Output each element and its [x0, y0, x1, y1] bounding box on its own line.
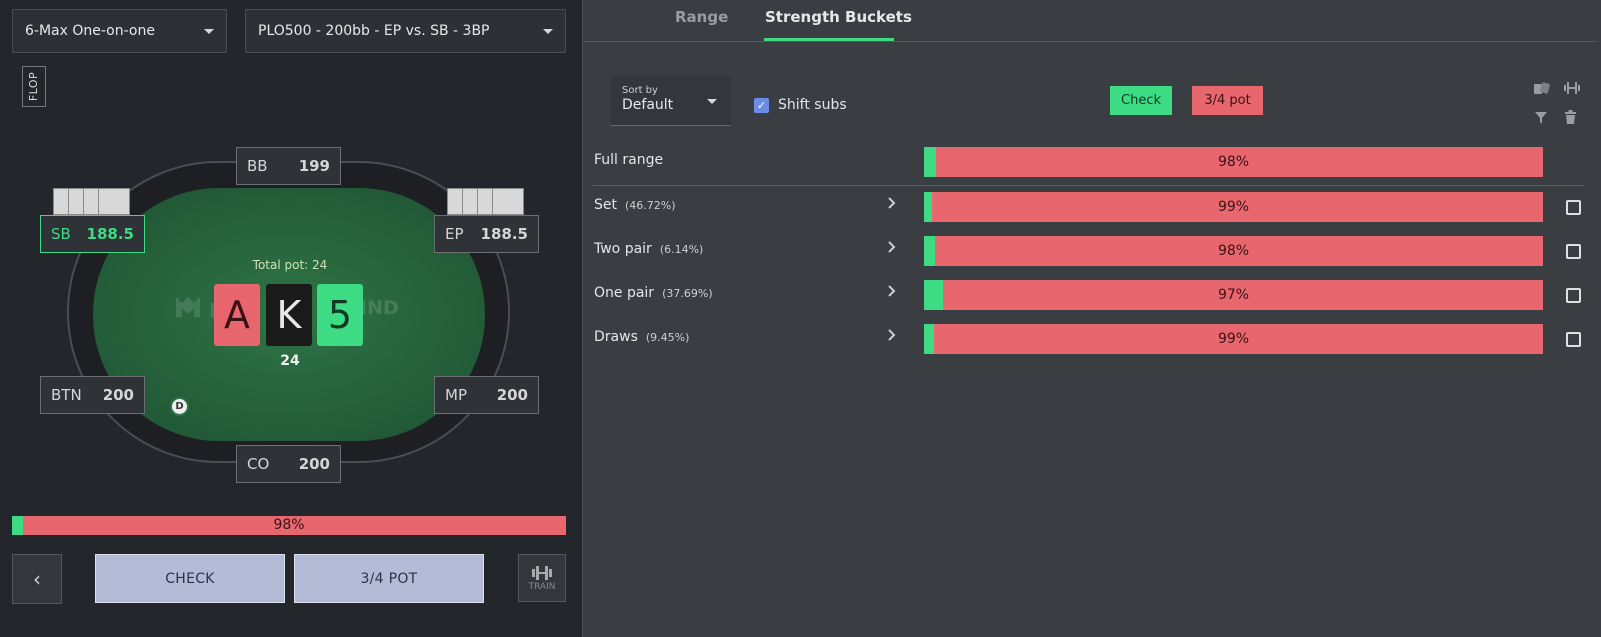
chevron-right-icon[interactable] [888, 197, 896, 213]
bucket-name: Set [594, 197, 617, 213]
train-label: TRAIN [528, 581, 556, 592]
bucket-checkbox[interactable] [1566, 288, 1581, 303]
pot-amount: 24 [280, 353, 300, 369]
sort-by-label: Sort by [622, 85, 658, 96]
bucket-checkbox[interactable] [1566, 200, 1581, 215]
right-panel: Range Strength Buckets Sort by Default ✓… [582, 0, 1601, 637]
bucket-strategy-bar: 99% [924, 192, 1543, 222]
game-select-value: 6-Max One-on-one [25, 23, 155, 39]
shift-subs-label: Shift subs [778, 97, 847, 113]
bucket-checkbox[interactable] [1566, 332, 1581, 347]
seat-position: BB [247, 157, 268, 175]
bucket-row-label[interactable]: Two pair (6.14%) [594, 241, 703, 257]
chevron-down-icon [543, 28, 553, 34]
chevron-down-icon [204, 28, 214, 34]
dumbbell-icon[interactable] [1563, 81, 1581, 99]
left-panel: 6-Max One-on-one PLO500 - 200bb - EP vs.… [0, 0, 582, 637]
check-button[interactable]: CHECK [95, 554, 285, 603]
bucket-row-label[interactable]: One pair (37.69%) [594, 285, 713, 301]
seat-stack: 200 [496, 386, 528, 404]
seat-position: MP [445, 386, 467, 404]
bucket-bar-label: 98% [1217, 243, 1250, 259]
bucket-strategy-bar: 99% [924, 324, 1543, 354]
back-button[interactable]: ‹ [12, 554, 62, 604]
filter-icon[interactable] [1534, 111, 1548, 129]
row-divider [593, 185, 1584, 186]
seat-stack: 188.5 [480, 225, 528, 243]
bucket-row-label: Full range [594, 152, 663, 168]
total-pot-label: Total pot: 24 [252, 258, 328, 272]
chevron-right-icon[interactable] [888, 241, 896, 257]
logo-icon [176, 297, 200, 317]
seat-stack: 199 [298, 157, 330, 175]
chevron-left-icon: ‹ [33, 567, 41, 591]
bucket-bar-label: 98% [1217, 154, 1250, 170]
sort-by-select[interactable]: Sort by Default [611, 76, 731, 126]
seat-position: BTN [51, 386, 82, 404]
seat-co[interactable]: CO 200 [236, 445, 341, 483]
dumbbell-icon [532, 565, 552, 580]
spot-select-value: PLO500 - 200bb - EP vs. SB - 3BP [258, 23, 490, 39]
seat-btn[interactable]: BTN 200 [40, 376, 145, 414]
strategy-bar-label: 98% [273, 517, 305, 533]
tab-strength-buckets[interactable]: Strength Buckets [765, 8, 912, 26]
tab-bar: Range Strength Buckets [583, 0, 1597, 42]
seat-mp[interactable]: MP 200 [434, 376, 539, 414]
street-badge[interactable]: FLOP [22, 66, 46, 107]
three-quarter-pot-button[interactable]: 3/4 POT [294, 554, 484, 603]
board-card-1: A [214, 284, 260, 346]
seat-stack: 200 [102, 386, 134, 404]
cards-icon[interactable] [1533, 82, 1551, 100]
bucket-bar-label: 99% [1217, 331, 1250, 347]
seat-sb[interactable]: SB 188.5 [40, 215, 145, 253]
sort-by-value: Default [622, 97, 674, 113]
ep-hole-cards [447, 188, 524, 215]
bucket-strategy-bar: 98% [924, 236, 1543, 266]
bucket-share: (46.72%) [625, 199, 676, 212]
legend-check[interactable]: Check [1110, 86, 1172, 115]
chevron-down-icon [707, 99, 717, 104]
bucket-checkbox[interactable] [1566, 244, 1581, 259]
bucket-strategy-bar: 97% [924, 280, 1543, 310]
chevron-right-icon[interactable] [888, 285, 896, 301]
seat-stack: 200 [298, 455, 330, 473]
bucket-name: Two pair [594, 241, 652, 257]
bucket-share: (9.45%) [645, 331, 690, 344]
seat-ep[interactable]: EP 188.5 [434, 215, 539, 253]
seat-position: CO [247, 455, 270, 473]
seat-bb[interactable]: BB 199 [236, 147, 341, 185]
check-icon[interactable]: ✓ [754, 97, 769, 113]
chevron-right-icon[interactable] [888, 329, 896, 345]
seat-position: EP [445, 225, 464, 243]
legend-three-quarter-pot[interactable]: 3/4 pot [1192, 86, 1263, 115]
tab-range[interactable]: Range [675, 8, 728, 26]
bucket-strategy-bar: 98% [924, 147, 1543, 177]
logo-watermark-text: IND [360, 297, 399, 319]
bucket-row-label[interactable]: Set (46.72%) [594, 197, 676, 213]
bucket-row-label[interactable]: Draws (9.45%) [594, 329, 689, 345]
seat-position: SB [51, 225, 71, 243]
bucket-share: (37.69%) [662, 287, 713, 300]
bucket-share: (6.14%) [659, 243, 704, 256]
active-tab-indicator [764, 38, 894, 41]
seat-stack: 188.5 [86, 225, 134, 243]
dealer-button: D [170, 397, 189, 416]
sb-hole-cards [53, 188, 130, 215]
spot-select[interactable]: PLO500 - 200bb - EP vs. SB - 3BP [245, 9, 566, 53]
board-card-3: 5 [317, 284, 363, 346]
bucket-name: One pair [594, 285, 655, 301]
board-card-2: K [266, 284, 312, 346]
shift-subs-toggle[interactable]: ✓ Shift subs [754, 97, 847, 113]
bucket-bar-label: 97% [1217, 287, 1250, 303]
bucket-name: Draws [594, 329, 638, 345]
strategy-bar: 98% [12, 516, 566, 535]
trash-icon[interactable] [1564, 110, 1577, 128]
train-button[interactable]: TRAIN [518, 554, 566, 602]
bucket-bar-label: 99% [1217, 199, 1250, 215]
bucket-name: Full range [594, 152, 664, 168]
game-select[interactable]: 6-Max One-on-one [12, 9, 227, 53]
